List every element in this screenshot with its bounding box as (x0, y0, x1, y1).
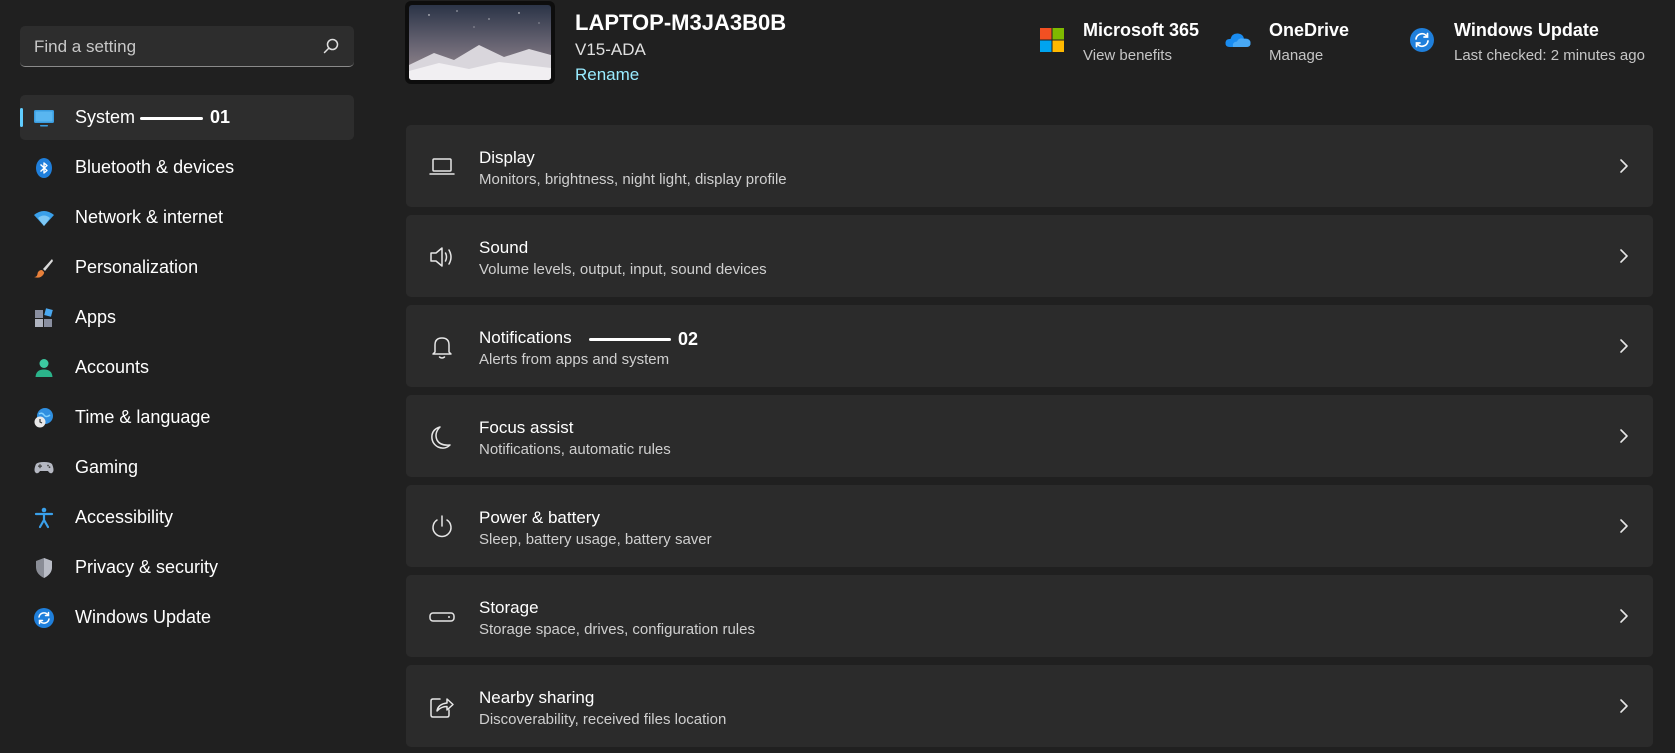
card-title: Focus assist (479, 418, 574, 437)
sidebar-item-time-language[interactable]: Time & language (20, 395, 354, 440)
bell-icon (432, 337, 452, 359)
sidebar-item-label: System (75, 107, 136, 127)
storage-drive-icon (429, 612, 455, 622)
callout-number-02: 02 (678, 329, 699, 349)
card-subtitle: Sleep, battery usage, battery saver (479, 531, 712, 548)
windows-update-title: Windows Update (1454, 20, 1599, 40)
sidebar-item-personalization[interactable]: Personalization (20, 245, 354, 290)
chevron-right-icon (1620, 429, 1628, 443)
microsoft-logo-icon (1040, 28, 1064, 52)
sidebar-item-label: Time & language (75, 407, 211, 427)
windows-update-tile[interactable]: Windows Update Last checked: 2 minutes a… (1408, 20, 1648, 68)
accessibility-icon (34, 507, 54, 529)
callout-line-01 (140, 117, 203, 120)
chevron-right-icon (1620, 519, 1628, 533)
card-title: Nearby sharing (479, 688, 595, 707)
onedrive-title: OneDrive (1269, 20, 1350, 40)
chevron-right-icon (1620, 699, 1628, 713)
microsoft365-subtitle: View benefits (1083, 47, 1172, 64)
chevron-right-icon (1620, 249, 1628, 263)
card-title: Storage (479, 598, 539, 617)
clock-globe-icon (34, 408, 53, 428)
sidebar-item-label: Gaming (75, 457, 139, 477)
microsoft365-tile[interactable]: Microsoft 365 View benefits (1038, 20, 1208, 68)
display-card[interactable]: Display Monitors, brightness, night ligh… (406, 125, 1653, 207)
laptop-display-icon (429, 158, 455, 175)
sidebar-item-label: Accounts (75, 357, 150, 377)
card-title: Sound (479, 238, 529, 257)
chevron-right-icon (1620, 339, 1628, 353)
share-icon (430, 698, 454, 718)
device-wallpaper-thumbnail (405, 1, 555, 84)
power-battery-card[interactable]: Power & battery Sleep, battery usage, ba… (406, 485, 1653, 567)
sidebar-item-label: Network & internet (75, 207, 224, 227)
card-title: Notifications (479, 328, 572, 347)
card-subtitle: Volume levels, output, input, sound devi… (479, 261, 767, 278)
focus-assist-card[interactable]: Focus assist Notifications, automatic ru… (406, 395, 1653, 477)
sidebar-item-label: Apps (75, 307, 117, 327)
sidebar: Find a setting System 01 Bluetooth & dev… (0, 0, 370, 753)
windows-update-subtitle: Last checked: 2 minutes ago (1454, 47, 1645, 64)
sidebar-item-windows-update[interactable]: Windows Update (20, 595, 354, 640)
sidebar-item-label: Privacy & security (75, 557, 219, 577)
wifi-icon (34, 211, 54, 226)
search-icon[interactable] (322, 37, 340, 55)
sidebar-item-label: Bluetooth & devices (75, 157, 235, 177)
rename-link[interactable]: Rename (575, 65, 639, 85)
card-subtitle: Notifications, automatic rules (479, 441, 671, 458)
sidebar-item-label: Personalization (75, 257, 199, 277)
nearby-sharing-card[interactable]: Nearby sharing Discoverability, received… (406, 665, 1653, 747)
active-indicator (20, 108, 23, 127)
onedrive-cloud-icon (1225, 33, 1251, 47)
shield-icon (36, 558, 52, 578)
sound-card[interactable]: Sound Volume levels, output, input, soun… (406, 215, 1653, 297)
card-subtitle: Discoverability, received files location (479, 711, 727, 728)
sidebar-item-network[interactable]: Network & internet (20, 195, 354, 240)
device-model: V15-ADA (575, 40, 646, 59)
device-name: LAPTOP-M3JA3B0B (575, 10, 787, 35)
microsoft365-title: Microsoft 365 (1083, 20, 1200, 40)
speaker-icon (430, 247, 452, 267)
moon-icon (431, 426, 451, 449)
card-subtitle: Alerts from apps and system (479, 351, 670, 368)
update-icon (1410, 28, 1434, 52)
callout-line-02 (589, 338, 671, 341)
search-placeholder: Find a setting (34, 37, 137, 56)
notifications-card[interactable]: Notifications Alerts from apps and syste… (406, 305, 1653, 387)
onedrive-subtitle: Manage (1269, 47, 1324, 64)
sidebar-item-accessibility[interactable]: Accessibility (20, 495, 354, 540)
card-title: Power & battery (479, 508, 600, 527)
card-subtitle: Storage space, drives, configuration rul… (479, 621, 755, 638)
wallpaper-image (409, 5, 551, 80)
sidebar-item-accounts[interactable]: Accounts (20, 345, 354, 390)
sidebar-item-gaming[interactable]: Gaming (20, 445, 354, 490)
chevron-right-icon (1620, 159, 1628, 173)
power-icon (432, 515, 452, 538)
system-monitor-icon (34, 110, 54, 127)
card-title: Display (479, 148, 535, 167)
card-subtitle: Monitors, brightness, night light, displ… (479, 171, 787, 188)
onedrive-tile[interactable]: OneDrive Manage (1224, 20, 1364, 68)
bluetooth-icon (36, 158, 52, 178)
sidebar-item-privacy[interactable]: Privacy & security (20, 545, 354, 590)
update-icon (34, 608, 54, 628)
chevron-right-icon (1620, 609, 1628, 623)
person-icon (35, 359, 53, 377)
callout-number-01: 01 (210, 107, 231, 127)
gamepad-icon (34, 462, 54, 474)
paintbrush-icon (34, 259, 53, 278)
sidebar-item-apps[interactable]: Apps (20, 295, 354, 340)
storage-card[interactable]: Storage Storage space, drives, configura… (406, 575, 1653, 657)
search-input[interactable]: Find a setting (20, 26, 354, 67)
apps-icon (35, 308, 53, 327)
sidebar-item-label: Windows Update (75, 607, 212, 627)
sidebar-item-bluetooth[interactable]: Bluetooth & devices (20, 145, 354, 190)
sidebar-item-label: Accessibility (75, 507, 174, 527)
